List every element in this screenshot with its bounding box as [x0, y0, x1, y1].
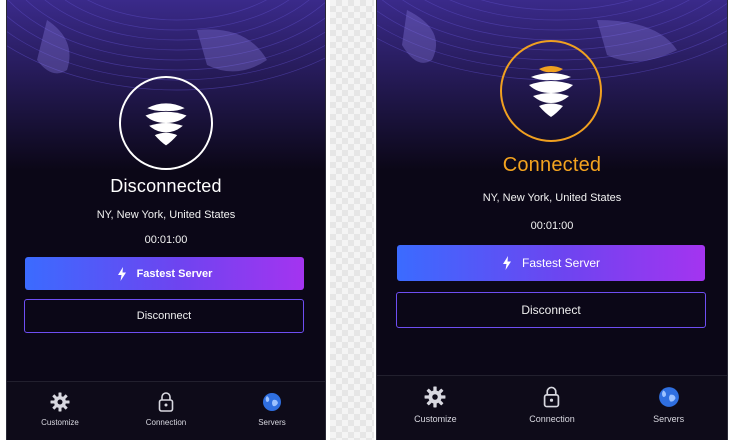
bottom-tab-bar: Customize Connection Servers [7, 381, 325, 440]
phone-screen-connected: Connected NY, New York, United States 00… [376, 0, 728, 440]
fastest-server-button[interactable]: Fastest Server [25, 257, 304, 290]
globe-icon [658, 386, 680, 408]
disconnect-label: Disconnect [136, 310, 192, 322]
fastest-server-button[interactable]: Fastest Server [397, 245, 705, 281]
gear-icon [424, 386, 446, 408]
connection-status: Connected [502, 154, 602, 176]
connection-timer: 00:01:00 [530, 220, 574, 232]
connection-timer: 00:01:00 [144, 234, 188, 246]
server-location: NY, New York, United States [482, 192, 622, 204]
lock-icon [541, 386, 563, 408]
lightning-icon [502, 256, 511, 270]
tab-servers[interactable]: Servers [227, 382, 317, 427]
phone-screen-disconnected: Disconnected NY, New York, United States… [6, 0, 326, 440]
tab-customize[interactable]: Customize [390, 376, 480, 424]
tab-servers[interactable]: Servers [624, 376, 714, 424]
tab-customize[interactable]: Customize [15, 382, 105, 427]
server-location: NY, New York, United States [96, 209, 236, 221]
tab-customize-label: Customize [41, 418, 79, 427]
globe-icon [261, 391, 283, 413]
tab-servers-label: Servers [258, 418, 286, 427]
viper-logo-icon [145, 103, 187, 146]
vpn-logo [500, 40, 602, 142]
bottom-tab-bar: Customize Connection Servers [377, 375, 727, 440]
fastest-server-label: Fastest Server [136, 267, 213, 280]
tab-connection[interactable]: Connection [121, 382, 211, 427]
tab-servers-label: Servers [653, 414, 685, 424]
tab-customize-label: Customize [414, 414, 457, 424]
tab-connection-label: Connection [145, 418, 187, 427]
gear-icon [49, 391, 71, 413]
lock-icon [155, 391, 177, 413]
disconnect-label: Disconnect [521, 303, 581, 317]
connection-status: Disconnected [110, 176, 222, 196]
transparent-background-strip [330, 0, 374, 440]
vpn-logo [119, 76, 213, 170]
viper-logo-icon [529, 66, 573, 117]
tab-connection[interactable]: Connection [507, 376, 597, 424]
lightning-icon [117, 266, 126, 281]
fastest-server-label: Fastest Server [521, 256, 601, 270]
disconnect-button[interactable]: Disconnect [24, 299, 304, 333]
disconnect-button[interactable]: Disconnect [396, 292, 706, 328]
tab-connection-label: Connection [529, 414, 575, 424]
